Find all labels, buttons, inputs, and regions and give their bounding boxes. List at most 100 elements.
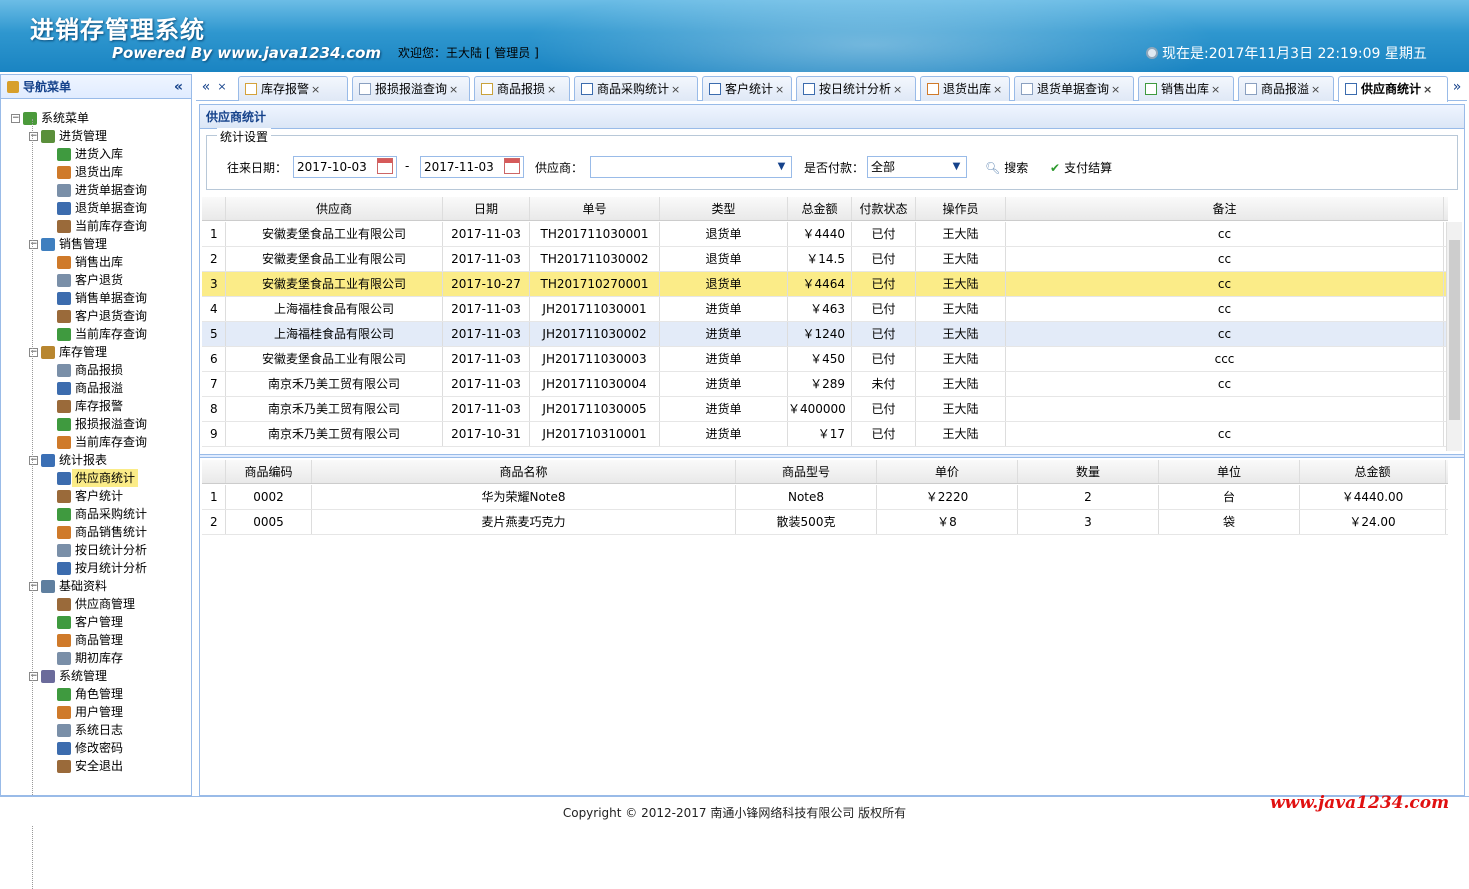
nav-item[interactable]: 安全退出	[1, 757, 191, 775]
nav-item[interactable]: 当前库存查询	[1, 325, 191, 343]
nav-item[interactable]: 报损报溢查询	[1, 415, 191, 433]
table-row[interactable]: 5 上海福桂食品有限公司 2017-11-03 JH201711030002 进货单 ￥1…	[202, 322, 1448, 347]
pay-settle-button[interactable]: ✔ 支付结算	[1050, 159, 1112, 176]
nav-item[interactable]: 客户退货查询	[1, 307, 191, 325]
tab-scroll-left-button[interactable]: «	[198, 76, 214, 100]
nav-item[interactable]: 供应商管理	[1, 595, 191, 613]
chevron-down-icon[interactable]: ▼	[948, 158, 965, 176]
tab-7[interactable]: 退货单据查询 ×	[1014, 76, 1134, 101]
nav-item[interactable]: 商品采购统计	[1, 505, 191, 523]
column-header[interactable]: 付款状态	[852, 197, 916, 220]
nav-item[interactable]: 退货出库	[1, 163, 191, 181]
tab-close-stub[interactable]: ×	[214, 76, 230, 100]
tab-5[interactable]: 按日统计分析 ×	[796, 76, 916, 101]
expand-toggle-icon[interactable]: −	[29, 240, 38, 249]
tab-8[interactable]: 销售出库 ×	[1138, 76, 1234, 101]
nav-item[interactable]: 商品报溢	[1, 379, 191, 397]
table-row[interactable]: 4 上海福桂食品有限公司 2017-11-03 JH201711030001 进货单 ￥4…	[202, 297, 1448, 322]
table-row[interactable]: 8 南京禾乃美工贸有限公司 2017-11-03 JH201711030005 进货单 ￥…	[202, 397, 1448, 422]
grid-splitter[interactable]	[200, 454, 1464, 458]
close-icon[interactable]: ×	[775, 83, 784, 96]
close-icon[interactable]: ×	[1111, 83, 1120, 96]
close-icon[interactable]: ×	[1211, 83, 1220, 96]
calendar-icon[interactable]	[504, 158, 520, 174]
nav-group[interactable]: − 库存管理	[1, 343, 191, 361]
nav-item[interactable]: 角色管理	[1, 685, 191, 703]
column-header[interactable]: 商品型号	[736, 460, 877, 483]
close-icon[interactable]: ×	[1423, 83, 1432, 96]
nav-item[interactable]: 修改密码	[1, 739, 191, 757]
tab-6[interactable]: 退货出库 ×	[920, 76, 1010, 101]
tab-9[interactable]: 商品报溢 ×	[1238, 76, 1334, 101]
column-header[interactable]: 总金额	[788, 197, 852, 220]
tab-4[interactable]: 客户统计 ×	[702, 76, 792, 101]
table-row[interactable]: 3 安徽麦堡食品工业有限公司 2017-10-27 TH201710270001 退货单…	[202, 272, 1448, 297]
nav-group[interactable]: − 基础资料	[1, 577, 191, 595]
tab-0[interactable]: 库存报警 ×	[238, 76, 348, 101]
column-header[interactable]: 商品编码	[226, 460, 312, 483]
nav-item[interactable]: 当前库存查询	[1, 217, 191, 235]
column-header[interactable]: 备注	[1006, 197, 1444, 220]
close-icon[interactable]: ×	[671, 83, 680, 96]
table-row[interactable]: 1 安徽麦堡食品工业有限公司 2017-11-03 TH201711030001 退货单…	[202, 222, 1448, 247]
nav-item[interactable]: 当前库存查询	[1, 433, 191, 451]
column-header[interactable]: 单位	[1159, 460, 1300, 483]
nav-group[interactable]: − 进货管理	[1, 127, 191, 145]
nav-item[interactable]: 客户退货	[1, 271, 191, 289]
orders-scrollbar[interactable]	[1446, 222, 1462, 451]
nav-item[interactable]: 供应商统计	[1, 469, 191, 487]
table-row[interactable]: 2 安徽麦堡食品工业有限公司 2017-11-03 TH201711030002 退货单…	[202, 247, 1448, 272]
table-row[interactable]: 1 0002 华为荣耀Note8 Note8 ￥2220 2 台 ￥4440.00	[202, 485, 1448, 510]
close-icon[interactable]: ×	[893, 83, 902, 96]
table-row[interactable]: 7 南京禾乃美工贸有限公司 2017-11-03 JH201711030004 进货单 ￥…	[202, 372, 1448, 397]
table-row[interactable]: 9 南京禾乃美工贸有限公司 2017-10-31 JH201710310001 进货单 ￥…	[202, 422, 1448, 447]
supplier-combo[interactable]: ▼	[590, 156, 792, 178]
calendar-icon[interactable]	[377, 158, 393, 174]
close-icon[interactable]: ×	[449, 83, 458, 96]
nav-item[interactable]: 销售单据查询	[1, 289, 191, 307]
paid-combo[interactable]: 全部 ▼	[867, 156, 967, 178]
scroll-thumb[interactable]	[1449, 240, 1460, 420]
nav-item[interactable]: 用户管理	[1, 703, 191, 721]
close-icon[interactable]: ×	[311, 83, 320, 96]
column-header[interactable]	[202, 197, 226, 220]
search-button[interactable]: 🔍︎ 搜索	[985, 159, 1028, 176]
chevron-down-icon[interactable]: ▼	[773, 158, 790, 176]
nav-item[interactable]: 按月统计分析	[1, 559, 191, 577]
column-header[interactable]: 日期	[443, 197, 530, 220]
expand-toggle-icon[interactable]: −	[29, 348, 38, 357]
column-header[interactable]: 数量	[1018, 460, 1159, 483]
tab-scroll-right-button[interactable]: »	[1449, 76, 1465, 100]
nav-root[interactable]: − 系统菜单	[1, 109, 191, 127]
column-header[interactable]: 单价	[877, 460, 1018, 483]
nav-item[interactable]: 进货单据查询	[1, 181, 191, 199]
column-header[interactable]: 总金额	[1300, 460, 1446, 483]
column-header[interactable]: 商品名称	[312, 460, 736, 483]
nav-item[interactable]: 系统日志	[1, 721, 191, 739]
nav-item[interactable]: 客户统计	[1, 487, 191, 505]
column-header[interactable]	[202, 460, 226, 483]
table-row[interactable]: 6 安徽麦堡食品工业有限公司 2017-11-03 JH201711030003 进货单…	[202, 347, 1448, 372]
collapse-nav-button[interactable]: «	[174, 75, 183, 99]
nav-item[interactable]: 商品销售统计	[1, 523, 191, 541]
close-icon[interactable]: ×	[1311, 83, 1320, 96]
nav-item[interactable]: 退货单据查询	[1, 199, 191, 217]
nav-item[interactable]: 按日统计分析	[1, 541, 191, 559]
nav-item[interactable]: 期初库存	[1, 649, 191, 667]
table-row[interactable]: 2 0005 麦片燕麦巧克力 散装500克 ￥8 3 袋 ￥24.00	[202, 510, 1448, 535]
nav-group[interactable]: − 系统管理	[1, 667, 191, 685]
nav-item[interactable]: 销售出库	[1, 253, 191, 271]
nav-group[interactable]: − 统计报表	[1, 451, 191, 469]
expand-toggle-icon[interactable]: −	[29, 582, 38, 591]
nav-group[interactable]: − 销售管理	[1, 235, 191, 253]
tab-1[interactable]: 报损报溢查询 ×	[352, 76, 470, 101]
nav-item[interactable]: 商品管理	[1, 631, 191, 649]
expand-toggle-icon[interactable]: −	[11, 114, 20, 123]
tab-3[interactable]: 商品采购统计 ×	[574, 76, 698, 101]
column-header[interactable]: 类型	[660, 197, 788, 220]
nav-item[interactable]: 客户管理	[1, 613, 191, 631]
nav-item[interactable]: 库存报警	[1, 397, 191, 415]
expand-toggle-icon[interactable]: −	[29, 456, 38, 465]
close-icon[interactable]: ×	[993, 83, 1002, 96]
close-icon[interactable]: ×	[547, 83, 556, 96]
